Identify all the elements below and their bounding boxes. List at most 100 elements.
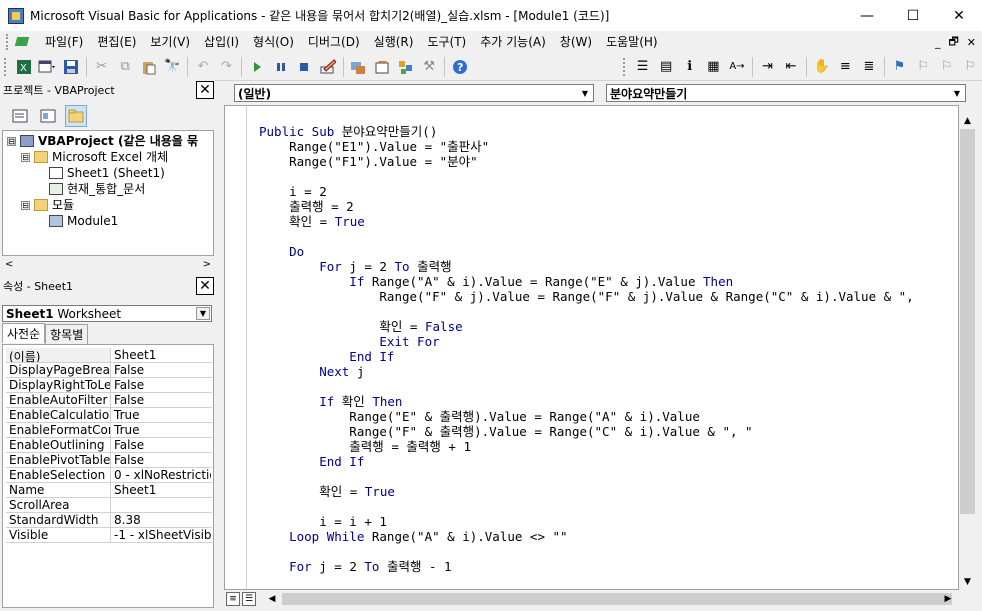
- code-line[interactable]: [259, 469, 914, 484]
- maximize-button[interactable]: ☐: [890, 0, 936, 31]
- property-value[interactable]: [111, 498, 211, 512]
- help-icon[interactable]: ?: [449, 56, 471, 78]
- expand-icon[interactable]: ⊟: [21, 200, 30, 210]
- chevron-down-icon[interactable]: ▼: [196, 307, 210, 320]
- code-line[interactable]: [259, 229, 914, 244]
- parameter-info-icon[interactable]: ▦: [703, 56, 725, 78]
- property-row[interactable]: EnableSelection 0 - xlNoRestrictio: [6, 468, 212, 483]
- code-line[interactable]: Range("E" & 출력행).Value = Range("A" & i).…: [259, 409, 914, 424]
- tree-node-excel-objects[interactable]: ⊟ Microsoft Excel 개체: [21, 149, 168, 165]
- code-line[interactable]: [259, 544, 914, 559]
- code-line[interactable]: If 확인 Then: [259, 394, 914, 409]
- redo-icon[interactable]: ↷: [216, 56, 238, 78]
- close-button[interactable]: ✕: [936, 0, 982, 31]
- menu-file[interactable]: 파일(F): [38, 32, 90, 52]
- find-icon[interactable]: 🔭: [162, 56, 184, 78]
- property-row[interactable]: EnablePivotTable False: [6, 453, 212, 468]
- paste-icon[interactable]: [138, 56, 160, 78]
- scroll-left-icon[interactable]: ◀: [264, 591, 280, 607]
- outdent-icon[interactable]: ⇤: [780, 56, 802, 78]
- property-row[interactable]: Visible -1 - xlSheetVisib: [6, 528, 212, 543]
- expand-icon[interactable]: ⊟: [21, 152, 30, 162]
- code-line[interactable]: i = 2: [259, 184, 914, 199]
- uncomment-block-icon[interactable]: ≣: [858, 56, 880, 78]
- code-line[interactable]: [259, 499, 914, 514]
- code-editor[interactable]: Public Sub 분야요약만들기() Range("E1").Value =…: [224, 105, 959, 590]
- mdi-restore-button[interactable]: 🗗: [948, 33, 958, 52]
- code-line[interactable]: i = i + 1: [259, 514, 914, 529]
- scroll-left-icon[interactable]: <: [5, 259, 13, 270]
- code-line[interactable]: 확인 = True: [259, 214, 914, 229]
- property-row[interactable]: ScrollArea: [6, 498, 212, 513]
- menu-run[interactable]: 실행(R): [367, 32, 421, 52]
- scroll-up-icon[interactable]: ▲: [959, 112, 976, 129]
- code-line[interactable]: Range("F" & 출력행).Value = Range("C" & i).…: [259, 424, 914, 439]
- tab-categorized[interactable]: 항목별: [45, 324, 89, 344]
- code-line[interactable]: For j = 2 To 출력행: [259, 259, 914, 274]
- mdi-close-button[interactable]: ✕: [967, 36, 976, 49]
- mdi-minimize-button[interactable]: _: [935, 36, 941, 49]
- menu-grip[interactable]: [6, 34, 12, 50]
- code-line[interactable]: If Range("A" & i).Value = Range("E" & j)…: [259, 274, 914, 289]
- menu-help[interactable]: 도움말(H): [599, 32, 665, 52]
- toolbox-icon[interactable]: ⚒: [418, 56, 440, 78]
- properties-window-icon[interactable]: [371, 56, 393, 78]
- menu-edit[interactable]: 편집(E): [90, 32, 143, 52]
- scroll-right-icon[interactable]: >: [203, 259, 211, 270]
- toolbar-grip[interactable]: [4, 57, 8, 76]
- code-line[interactable]: Next j: [259, 364, 914, 379]
- property-value[interactable]: 8.38: [111, 513, 211, 527]
- code-line[interactable]: 확인 = True: [259, 484, 914, 499]
- code-line[interactable]: Range("F1").Value = "분야": [259, 154, 914, 169]
- code-line[interactable]: [259, 379, 914, 394]
- scroll-thumb[interactable]: [960, 129, 975, 514]
- menu-view[interactable]: 보기(V): [143, 32, 197, 52]
- list-constants-icon[interactable]: ▤: [655, 56, 677, 78]
- code-line[interactable]: [259, 169, 914, 184]
- run-icon[interactable]: [246, 56, 268, 78]
- code-line[interactable]: 출력행 = 2: [259, 199, 914, 214]
- menu-debug[interactable]: 디버그(D): [301, 32, 367, 52]
- project-explorer-icon[interactable]: [348, 56, 370, 78]
- properties-pane-close-button[interactable]: ✕: [196, 277, 214, 295]
- code-line[interactable]: Range("F" & j).Value = Range("F" & j).Va…: [259, 289, 913, 304]
- menu-format[interactable]: 형식(O): [246, 32, 301, 52]
- excel-view-icon[interactable]: X: [13, 56, 35, 78]
- property-value[interactable]: Sheet1: [111, 348, 211, 362]
- procedure-combo[interactable]: 분야요약만들기 ▼: [606, 84, 966, 102]
- property-value[interactable]: False: [111, 363, 211, 377]
- code-line[interactable]: 출력행 = 출력행 + 1: [259, 439, 914, 454]
- property-row[interactable]: Name Sheet1: [6, 483, 212, 498]
- tree-node-sheet1[interactable]: Sheet1 (Sheet1): [49, 165, 165, 181]
- procedure-view-icon[interactable]: ≡: [226, 592, 240, 606]
- property-value[interactable]: False: [111, 438, 211, 452]
- view-object-icon[interactable]: [37, 105, 59, 127]
- property-row[interactable]: EnableOutlining False: [6, 438, 212, 453]
- list-properties-icon[interactable]: ☰: [632, 56, 654, 78]
- code-vscroll[interactable]: ▲ ▼: [959, 112, 976, 590]
- next-bookmark-icon[interactable]: ⚐: [912, 56, 934, 78]
- design-mode-icon[interactable]: [317, 56, 339, 78]
- complete-word-icon[interactable]: A→: [726, 56, 748, 78]
- expand-icon[interactable]: ⊟: [7, 136, 16, 146]
- object-combo[interactable]: (일반) ▼: [234, 84, 594, 102]
- code-line[interactable]: For j = 2 To 출력행 - 1: [259, 559, 914, 574]
- tree-node-vbaproject[interactable]: ⊟ VBAProject (같은 내용을 묶: [7, 133, 198, 149]
- property-value[interactable]: -1 - xlSheetVisib: [111, 528, 211, 542]
- property-row[interactable]: EnableFormatCon True: [6, 423, 212, 438]
- view-code-icon[interactable]: [9, 105, 31, 127]
- reset-icon[interactable]: [293, 56, 315, 78]
- property-value[interactable]: True: [111, 423, 211, 437]
- project-tree-hscroll[interactable]: < >: [2, 256, 214, 272]
- scroll-thumb[interactable]: [282, 593, 952, 605]
- toggle-bookmark-icon[interactable]: ⚑: [889, 56, 911, 78]
- chevron-down-icon[interactable]: ▼: [950, 86, 964, 100]
- menu-insert[interactable]: 삽입(I): [197, 32, 246, 52]
- scroll-down-icon[interactable]: ▼: [959, 573, 976, 590]
- edit-toolbar-grip[interactable]: [622, 57, 627, 76]
- full-module-view-icon[interactable]: ☰: [242, 592, 256, 606]
- clear-bookmarks-icon[interactable]: ⚐: [959, 56, 981, 78]
- code-line[interactable]: 확인 = False: [259, 319, 914, 334]
- break-icon[interactable]: [270, 56, 292, 78]
- menu-window[interactable]: 창(W): [553, 32, 599, 52]
